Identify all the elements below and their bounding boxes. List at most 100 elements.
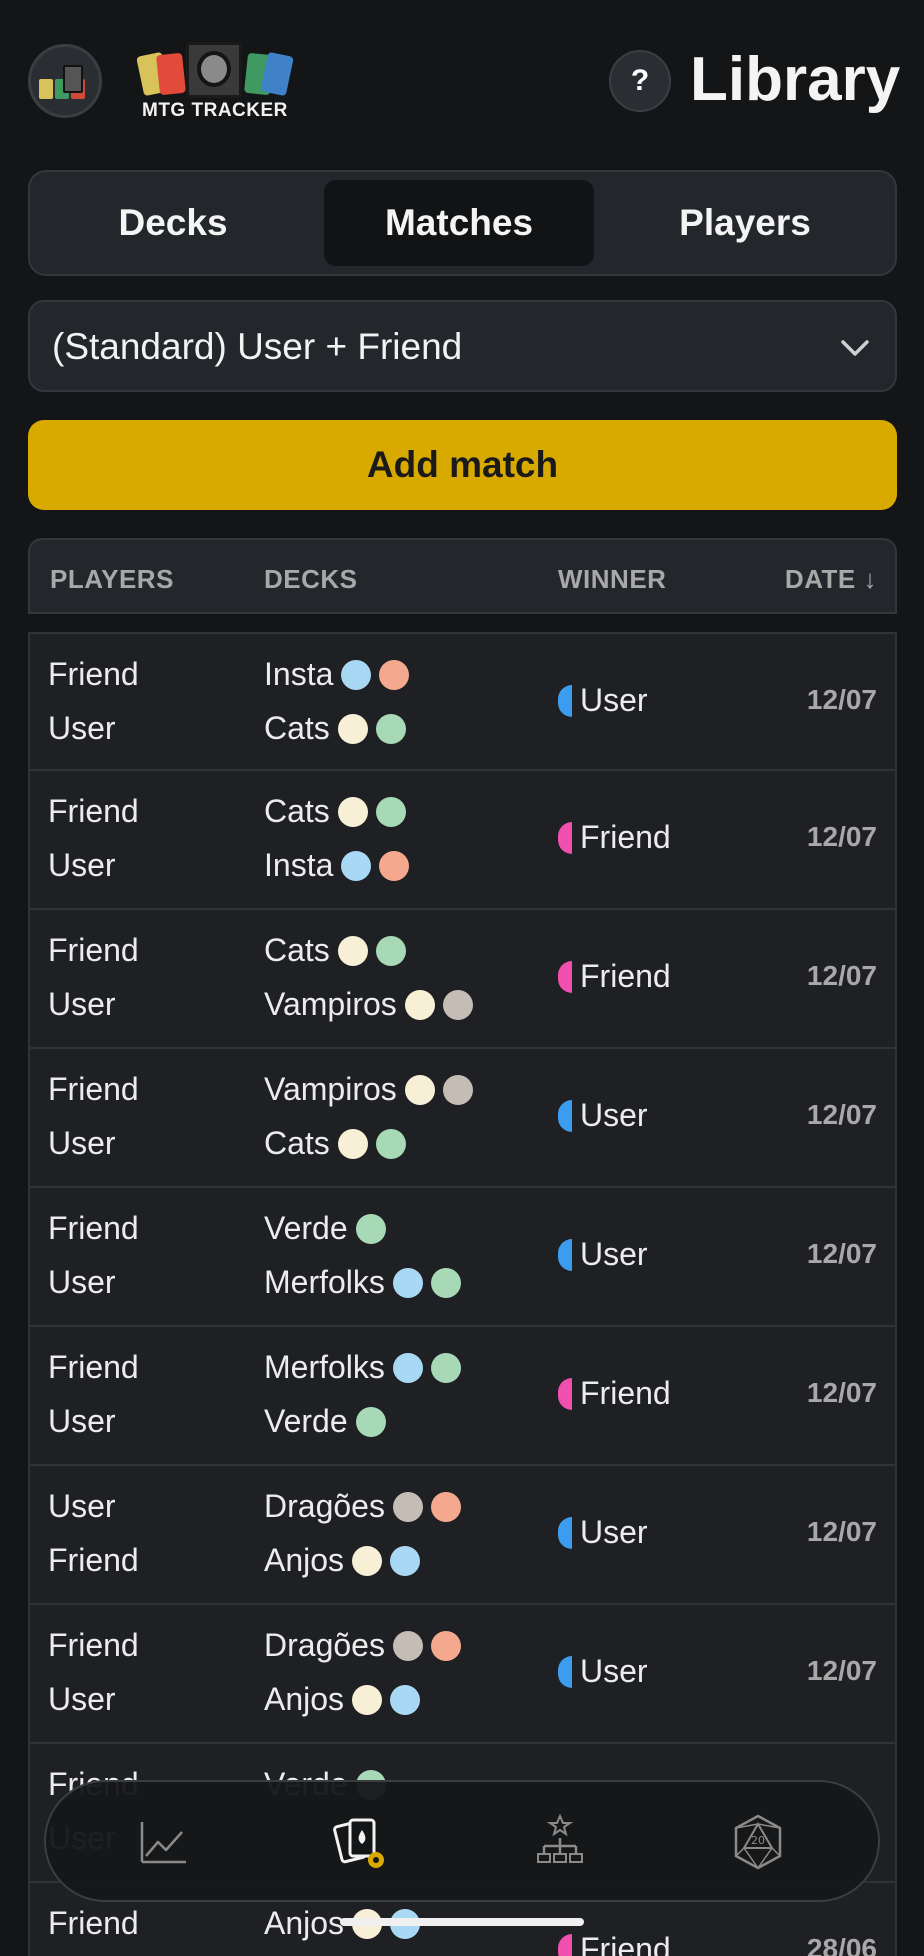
player-1: Friend bbox=[48, 1905, 139, 1941]
deck-1-cell: Merfolks bbox=[264, 1349, 461, 1386]
player-2: User bbox=[48, 986, 116, 1022]
header-winner[interactable]: WINNER bbox=[558, 564, 666, 595]
winner-cell: Friend bbox=[558, 1931, 671, 1956]
mana-g-icon bbox=[430, 1352, 461, 1383]
mana-r-icon bbox=[379, 850, 410, 881]
deck-1-name: Anjos bbox=[264, 1905, 345, 1941]
deck-2-cell: Merfolks bbox=[264, 1264, 461, 1301]
mana-w-icon bbox=[337, 1128, 368, 1159]
match-row[interactable]: Friend User Insta Cats User 12/07 bbox=[28, 632, 897, 771]
player-2: User bbox=[48, 1264, 116, 1300]
mana-w-icon bbox=[337, 713, 368, 744]
match-date: 12/07 bbox=[806, 684, 877, 715]
winner-name: User bbox=[580, 1514, 648, 1550]
mana-w-icon bbox=[404, 989, 435, 1020]
deck-1-name: Cats bbox=[264, 932, 330, 968]
match-row[interactable]: Friend User Vampiros Cats User 12/07 bbox=[28, 1049, 897, 1188]
mana-w-icon bbox=[404, 1074, 435, 1105]
mana-w-icon bbox=[352, 1684, 383, 1715]
header-decks[interactable]: DECKS bbox=[264, 564, 358, 595]
profile-avatar[interactable] bbox=[28, 44, 102, 118]
deck-1-cell: Insta bbox=[264, 656, 410, 693]
mana-g-icon bbox=[430, 1267, 461, 1298]
deck-2-cell: Anjos bbox=[264, 1542, 421, 1579]
winner-cell: User bbox=[558, 682, 648, 719]
match-row[interactable]: Friend User Verde Merfolks User 12/07 bbox=[28, 1188, 897, 1327]
mana-b-icon bbox=[392, 1491, 423, 1522]
home-indicator[interactable] bbox=[340, 1918, 584, 1926]
winner-color-marker bbox=[558, 821, 572, 854]
stats-chart-icon[interactable] bbox=[132, 1810, 196, 1874]
deck-1-cell: Verde bbox=[264, 1210, 386, 1247]
mana-u-icon bbox=[341, 850, 372, 881]
mana-r-icon bbox=[430, 1491, 461, 1522]
match-date: 12/07 bbox=[806, 1099, 877, 1130]
deck-2-name: Cats bbox=[264, 710, 330, 746]
deck-2-cell: Vampiros bbox=[264, 986, 473, 1023]
mtg-tracker-logo: MTG TRACKER bbox=[136, 40, 300, 124]
mana-g-icon bbox=[375, 796, 406, 827]
deck-1-cell: Cats bbox=[264, 932, 406, 969]
winner-cell: User bbox=[558, 1653, 648, 1690]
mana-g-icon bbox=[355, 1213, 386, 1244]
winner-color-marker bbox=[558, 1099, 572, 1132]
mana-w-icon bbox=[352, 1545, 383, 1576]
player-1: Friend bbox=[48, 1627, 139, 1663]
format-players-select[interactable]: (Standard) User + Friend bbox=[28, 300, 897, 392]
match-row[interactable]: Friend User Dragões Anjos User 12/07 bbox=[28, 1605, 897, 1744]
header-players[interactable]: PLAYERS bbox=[50, 564, 174, 595]
match-row[interactable]: Friend User Cats Vampiros Friend 12/07 bbox=[28, 910, 897, 1049]
match-date: 28/06 bbox=[806, 1933, 877, 1956]
mana-b-icon bbox=[392, 1630, 423, 1661]
winner-color-marker bbox=[558, 684, 572, 717]
player-2: User bbox=[48, 710, 116, 746]
winner-name: Friend bbox=[580, 1375, 671, 1411]
logo-text: MTG TRACKER bbox=[142, 100, 288, 121]
player-1: Friend bbox=[48, 656, 139, 692]
player-1: Friend bbox=[48, 1349, 139, 1385]
match-date: 12/07 bbox=[806, 960, 877, 991]
deck-1-cell: Dragões bbox=[264, 1627, 461, 1664]
svg-text:20: 20 bbox=[751, 1834, 765, 1847]
match-row[interactable]: User Friend Dragões Anjos User 12/07 bbox=[28, 1466, 897, 1605]
deck-1-cell: Cats bbox=[264, 793, 406, 830]
d20-dice-icon[interactable]: 20 bbox=[726, 1810, 790, 1874]
player-1: Friend bbox=[48, 1071, 139, 1107]
mana-u-icon bbox=[390, 1545, 421, 1576]
add-match-button[interactable]: Add match bbox=[28, 420, 897, 510]
deck-2-cell: Cats bbox=[264, 710, 406, 747]
tab-matches[interactable]: Matches bbox=[324, 180, 594, 266]
winner-name: User bbox=[580, 682, 648, 718]
tab-decks[interactable]: Decks bbox=[38, 180, 308, 266]
matches-table-header: PLAYERS DECKS WINNER DATE ↓ bbox=[28, 538, 897, 614]
page-title: Library bbox=[690, 45, 901, 114]
match-date: 12/07 bbox=[806, 1377, 877, 1408]
mana-u-icon bbox=[341, 659, 372, 690]
deck-2-name: Insta bbox=[264, 847, 334, 883]
deck-1-name: Dragões bbox=[264, 1488, 385, 1524]
deck-library-icon[interactable] bbox=[330, 1810, 394, 1874]
match-date: 12/07 bbox=[806, 1516, 877, 1547]
help-button[interactable]: ? bbox=[609, 50, 671, 112]
match-row[interactable]: Friend User Merfolks Verde Friend 12/07 bbox=[28, 1327, 897, 1466]
bottom-navigation: 20 bbox=[44, 1780, 880, 1902]
player-2: Friend bbox=[48, 1542, 139, 1578]
match-date: 12/07 bbox=[806, 821, 877, 852]
mana-g-icon bbox=[375, 935, 406, 966]
deck-1-name: Dragões bbox=[264, 1627, 385, 1663]
tournament-bracket-icon[interactable] bbox=[528, 1810, 592, 1874]
header-date[interactable]: DATE ↓ bbox=[785, 564, 877, 595]
deck-2-cell: Cats bbox=[264, 1125, 406, 1162]
deck-2-name: Anjos bbox=[264, 1681, 345, 1717]
deck-1-cell: Dragões bbox=[264, 1488, 461, 1525]
deck-1-name: Verde bbox=[264, 1210, 348, 1246]
winner-name: Friend bbox=[580, 819, 671, 855]
mana-w-icon bbox=[337, 796, 368, 827]
tab-players[interactable]: Players bbox=[610, 180, 880, 266]
winner-cell: User bbox=[558, 1097, 648, 1134]
winner-cell: User bbox=[558, 1236, 648, 1273]
mana-u-icon bbox=[390, 1684, 421, 1715]
mana-g-icon bbox=[375, 1128, 406, 1159]
winner-name: User bbox=[580, 1653, 648, 1689]
match-row[interactable]: Friend User Cats Insta Friend 12/07 bbox=[28, 771, 897, 910]
